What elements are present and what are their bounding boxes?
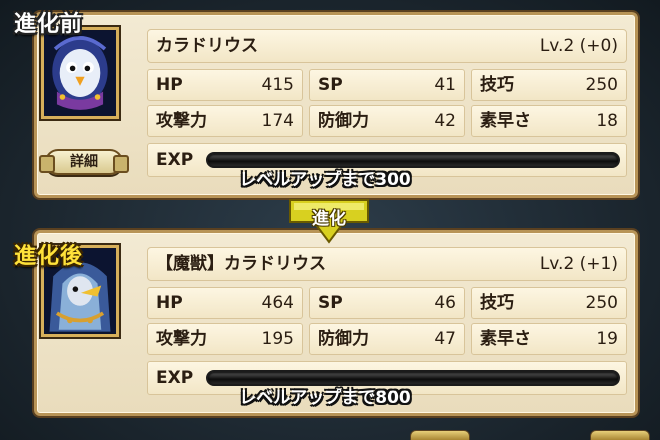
before-skill-cell: 技巧 250: [471, 69, 627, 101]
before-sp-cell: SP 41: [309, 69, 465, 101]
before-def-cell: 防御力 42: [309, 105, 465, 137]
after-atk-cell: 攻撃力 195: [147, 323, 303, 355]
bottom-tab-decoration: [590, 430, 650, 440]
skill-value: 250: [585, 75, 618, 95]
atk-label: 攻撃力: [156, 111, 207, 131]
before-agi-cell: 素早さ 18: [471, 105, 627, 137]
def-label: 防御力: [318, 111, 369, 131]
after-hp-cell: HP 464: [147, 287, 303, 319]
after-monster-name: 【魔獣】カラドリウス: [156, 254, 326, 274]
hp-value: 464: [261, 293, 294, 313]
bottom-tab-decoration: [410, 430, 470, 440]
before-evolution-tag: 進化前: [14, 12, 84, 37]
sp-value: 41: [434, 75, 456, 95]
after-def-cell: 防御力 47: [309, 323, 465, 355]
after-evolution-tag: 進化後: [14, 244, 84, 269]
agi-value: 19: [596, 329, 618, 349]
after-agi-cell: 素早さ 19: [471, 323, 627, 355]
evolve-arrow: 進化: [286, 198, 372, 244]
before-hp-cell: HP 415: [147, 69, 303, 101]
atk-value: 174: [261, 111, 294, 131]
after-sp-cell: SP 46: [309, 287, 465, 319]
sp-label: SP: [318, 75, 343, 95]
skill-label: 技巧: [480, 75, 514, 95]
after-level: Lv.2 (+1): [539, 254, 618, 274]
before-monster-name: カラドリウス: [156, 36, 258, 56]
after-skill-cell: 技巧 250: [471, 287, 627, 319]
def-value: 42: [434, 111, 456, 131]
before-atk-cell: 攻撃力 174: [147, 105, 303, 137]
after-evolution-panel: 【魔獣】カラドリウス Lv.2 (+1) HP 464 SP 46 技巧 250…: [34, 230, 638, 416]
agi-value: 18: [596, 111, 618, 131]
hp-value: 415: [261, 75, 294, 95]
before-exp-remaining: レベルアップまで300: [239, 170, 411, 190]
detail-button[interactable]: 詳細: [39, 149, 129, 175]
after-exp-remaining: レベルアップまで800: [239, 388, 411, 408]
after-name-row: 【魔獣】カラドリウス Lv.2 (+1): [147, 247, 627, 281]
agi-label: 素早さ: [480, 329, 531, 349]
agi-label: 素早さ: [480, 111, 531, 131]
skill-value: 250: [585, 293, 618, 313]
atk-label: 攻撃力: [156, 329, 207, 349]
before-level: Lv.2 (+0): [539, 36, 618, 56]
skill-label: 技巧: [480, 293, 514, 313]
evolve-label: 進化: [312, 209, 346, 229]
before-evolution-panel: 詳細 カラドリウス Lv.2 (+0) HP 415 SP 41 技巧 250 …: [34, 12, 638, 198]
hp-label: HP: [156, 293, 183, 313]
atk-value: 195: [261, 329, 294, 349]
def-value: 47: [434, 329, 456, 349]
def-label: 防御力: [318, 329, 369, 349]
sp-value: 46: [434, 293, 456, 313]
sp-label: SP: [318, 293, 343, 313]
hp-label: HP: [156, 75, 183, 95]
before-name-row: カラドリウス Lv.2 (+0): [147, 29, 627, 63]
penguin-bird-monster-icon: [41, 27, 119, 119]
